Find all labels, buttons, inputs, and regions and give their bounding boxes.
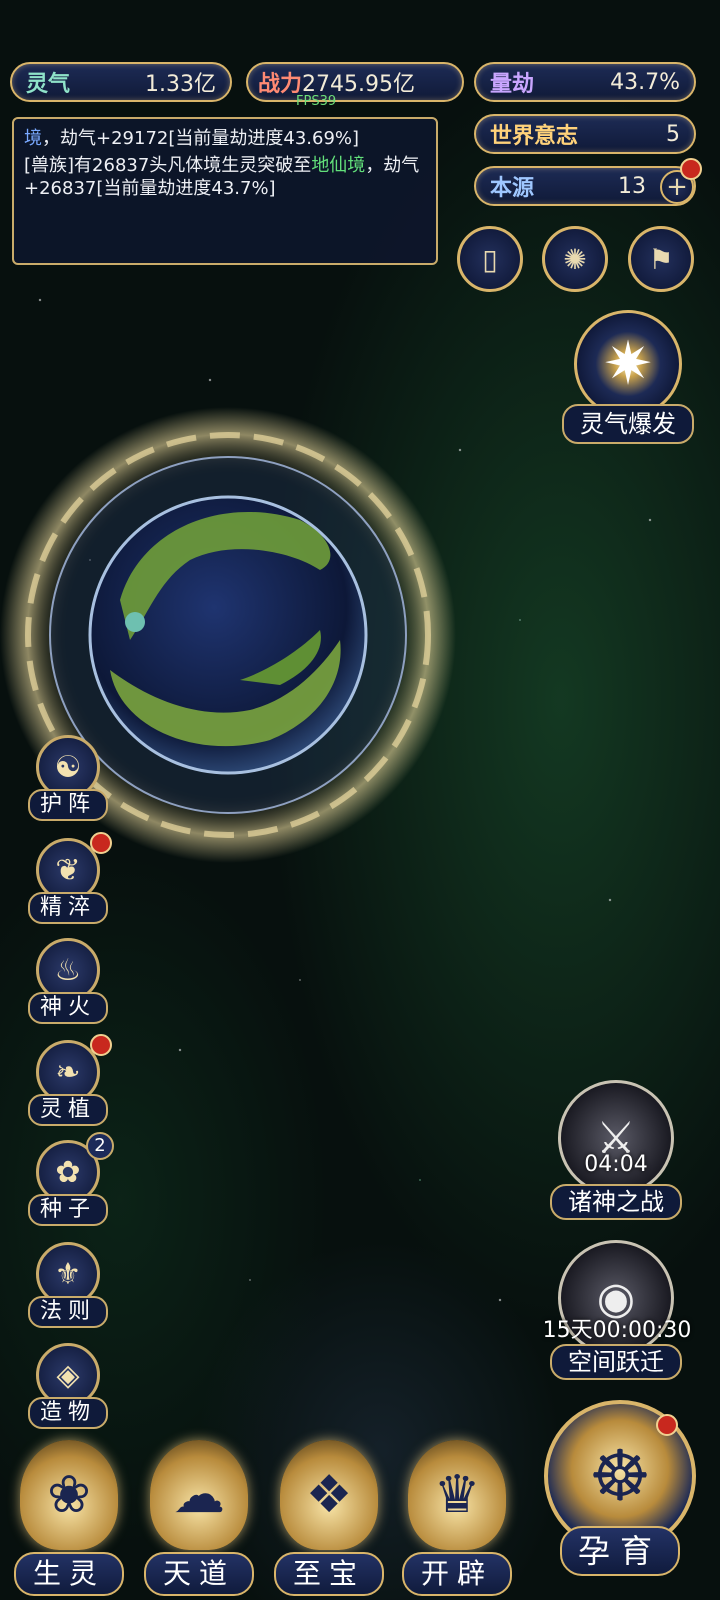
gods-war-timer: 04:04 (584, 1152, 648, 1177)
burst-icon: ✷ (574, 310, 682, 418)
side-menu-label: 灵植 (28, 1094, 108, 1126)
world-will-bar[interactable]: 世界意志 5 (474, 114, 696, 154)
card-icon-button[interactable]: ▯ (457, 226, 523, 292)
count-badge: 2 (86, 1132, 114, 1160)
flag-icon-button[interactable]: ⚑ (628, 226, 694, 292)
nav-label: 至宝 (274, 1552, 384, 1596)
event-log: 境，劫气+29172[当前量劫进度43.69%] [兽族]有26837头凡体境生… (12, 117, 438, 265)
nav-label: 天道 (144, 1552, 254, 1596)
fps-counter: FPS39 (296, 94, 337, 109)
source-alert-dot (680, 158, 702, 180)
liangjie-bar[interactable]: 量劫 43.7% (474, 62, 696, 102)
nav-label: 孕育 (560, 1526, 680, 1576)
flame-crown-icon: ♛ (408, 1440, 506, 1550)
nav-open[interactable]: ♛ 开辟 (398, 1440, 516, 1600)
liangjie-label: 量劫 (490, 72, 535, 97)
space-leap-timer: 15天00:00:30 (542, 1318, 692, 1343)
side-menu-law[interactable]: ⚜ 法则 (28, 1242, 108, 1332)
side-menu-label: 法则 (28, 1296, 108, 1328)
space-leap-label: 空间跃迁 (550, 1344, 682, 1380)
side-menu-label: 造物 (28, 1397, 108, 1429)
side-menu-spiritplant[interactable]: ❧ 灵植 (28, 1034, 112, 1130)
world-will-label: 世界意志 (490, 124, 579, 149)
alert-dot (90, 832, 112, 854)
cloud-swirl-icon: ☁ (150, 1440, 248, 1550)
sword-icon: ⚔ (558, 1080, 674, 1196)
alert-dot (656, 1414, 678, 1436)
side-menu-label: 神火 (28, 992, 108, 1024)
log-entry: 境，劫气+29172[当前量劫进度43.69%] (24, 127, 426, 150)
vortex-icon-button[interactable]: ✺ (542, 226, 608, 292)
nav-creatures[interactable]: ❀ 生灵 (10, 1440, 128, 1600)
side-menu-seed[interactable]: ✿ 种子 2 (28, 1132, 114, 1230)
alert-dot (90, 1034, 112, 1056)
gods-war-event[interactable]: ⚔ 04:04 诸神之战 (548, 1080, 684, 1220)
world-will-value: 5 (666, 121, 680, 147)
burst-label: 灵气爆发 (562, 404, 694, 444)
liangjie-value: 43.7% (610, 69, 680, 95)
log-text: [兽族]有26837头凡体境生灵突破至 (24, 155, 312, 176)
nav-heaven[interactable]: ☁ 天道 (140, 1440, 258, 1600)
nav-treasure[interactable]: ❖ 至宝 (270, 1440, 388, 1600)
gods-war-label: 诸神之战 (550, 1184, 682, 1220)
side-menu-label: 种子 (28, 1194, 108, 1226)
nav-nurture[interactable]: ☸ 孕育 (536, 1400, 704, 1596)
log-highlight: 地仙境 (311, 155, 366, 176)
side-menu-refine[interactable]: ❦ 精淬 (28, 832, 112, 928)
zhanli-bar[interactable]: 战力 2745.95亿 (246, 62, 464, 102)
nav-label: 生灵 (14, 1552, 124, 1596)
treasure-icon: ❖ (280, 1440, 378, 1550)
lingqi-label: 灵气 (26, 72, 71, 97)
lingqi-bar[interactable]: 灵气 1.33亿 (10, 62, 232, 102)
side-menu-godfire[interactable]: ♨ 神火 (28, 938, 108, 1028)
side-menu-label: 护阵 (28, 789, 108, 821)
nav-label: 开辟 (402, 1552, 512, 1596)
space-leap-event[interactable]: ◉ 15天00:00:30 空间跃迁 (543, 1240, 691, 1380)
source-label: 本源 (490, 176, 535, 201)
source-value: 13 (618, 173, 646, 199)
side-menu-label: 精淬 (28, 892, 108, 924)
log-highlight: 境 (24, 128, 42, 149)
phoenix-icon: ❀ (20, 1440, 118, 1550)
log-text: ，劫气+29172[当前量劫进度43.69%] (42, 128, 360, 149)
side-menu-create[interactable]: ◈ 造物 (28, 1343, 108, 1433)
side-menu-protect[interactable]: ☯ 护阵 (28, 735, 108, 825)
lingqi-value: 1.33亿 (145, 72, 216, 97)
lingqi-burst-button[interactable]: ✷ 灵气爆发 (562, 310, 694, 444)
log-entry: [兽族]有26837头凡体境生灵突破至地仙境，劫气+26837[当前量劫进度43… (24, 154, 426, 200)
